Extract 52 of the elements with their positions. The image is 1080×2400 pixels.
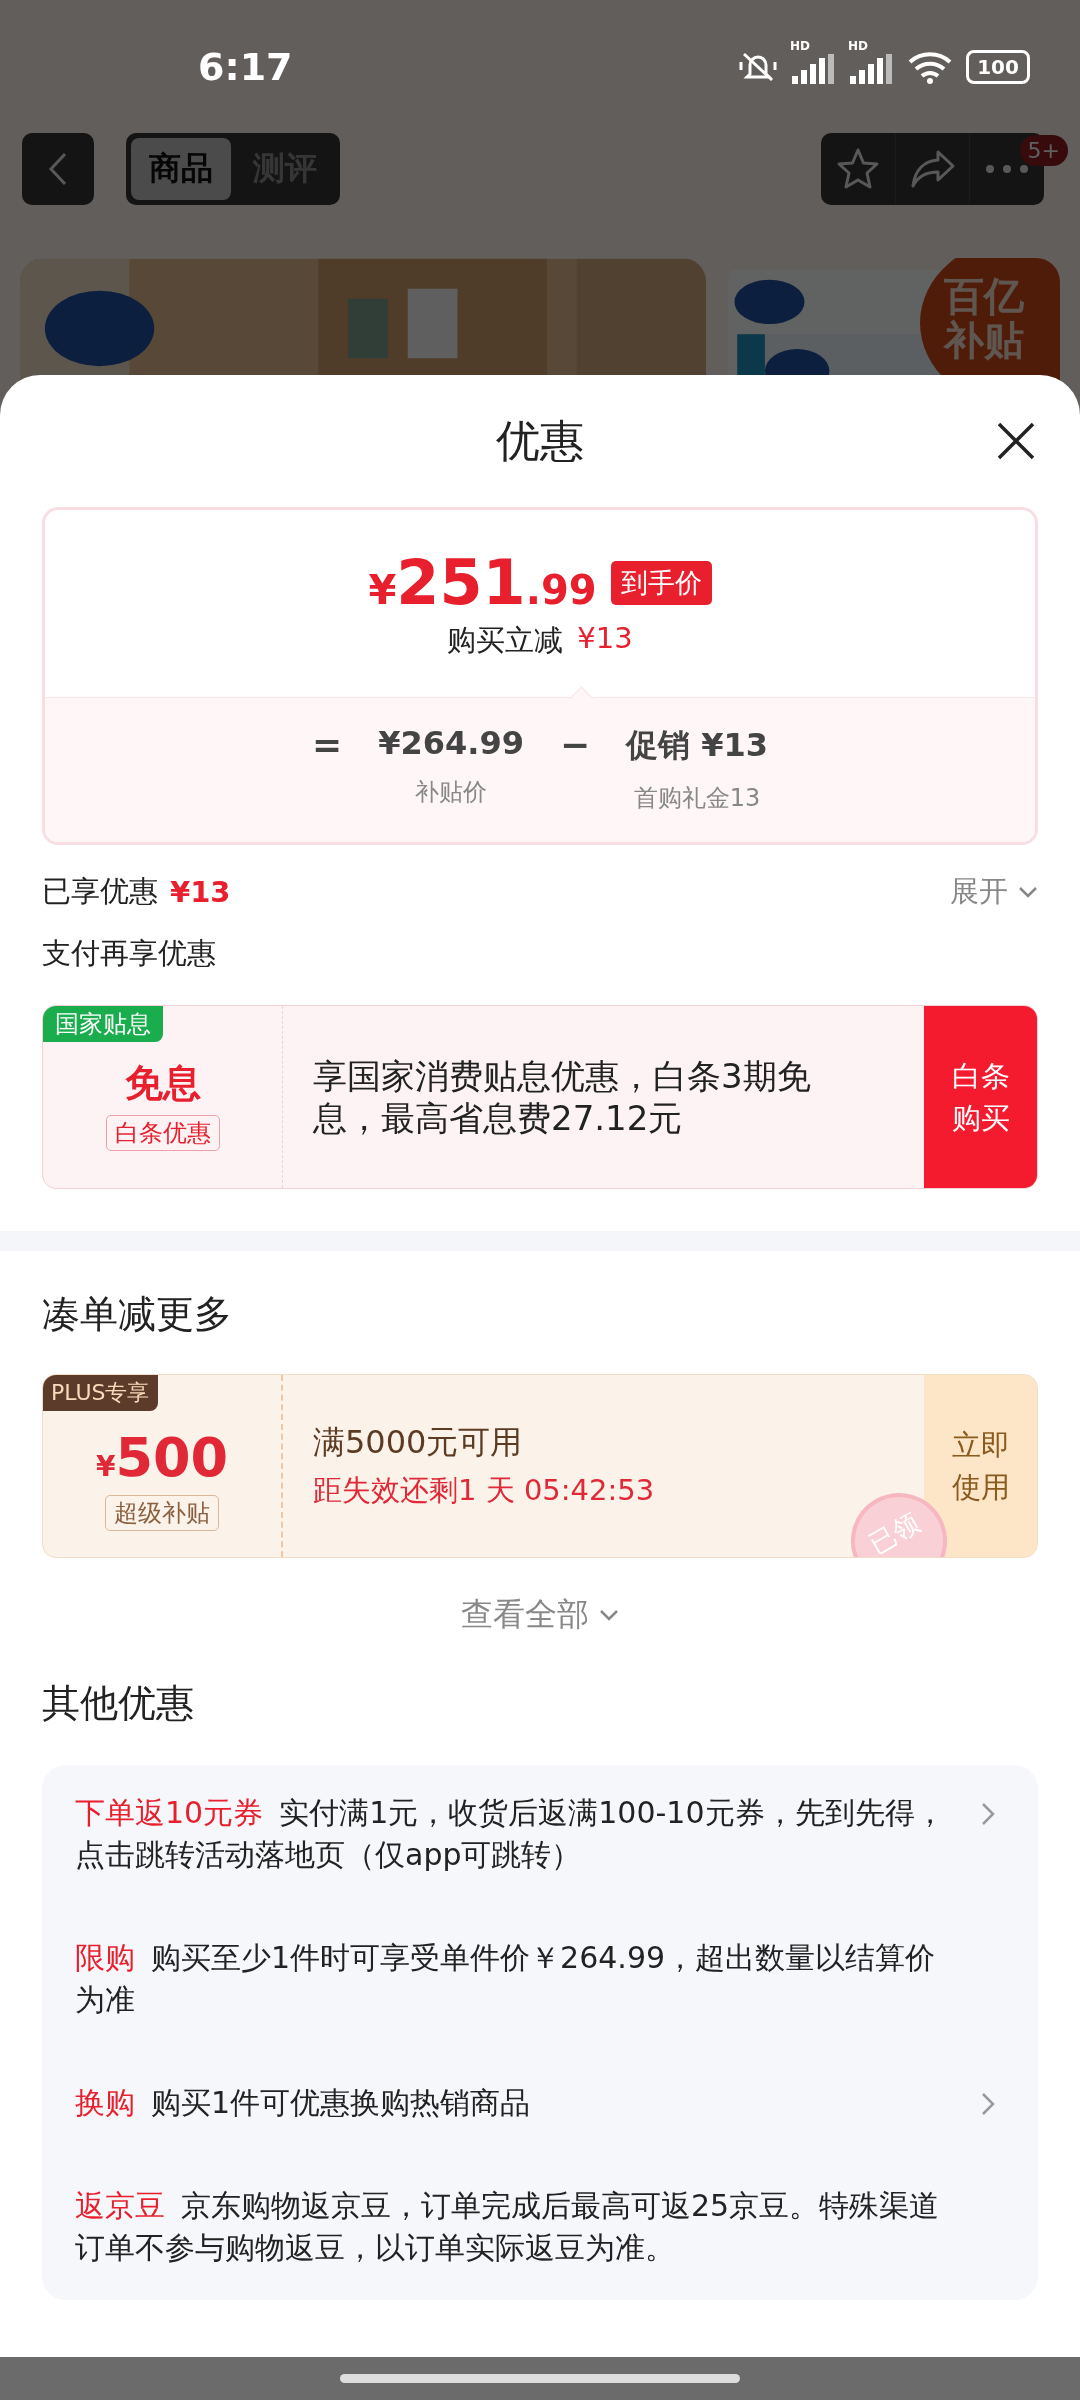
section-heading: 凑单减更多	[42, 1290, 233, 1338]
coupon-condition: 满5000元可用	[313, 1422, 524, 1463]
section-heading: 其他优惠	[42, 1679, 195, 1727]
chevron-right-icon[interactable]	[981, 2092, 995, 2116]
expand-link[interactable]: 展开	[950, 872, 1038, 912]
savings-label: 已享优惠	[42, 873, 158, 910]
final-price: ¥251.99	[368, 546, 597, 619]
countdown-text: 距失效还剩1 天 05:42:53	[313, 1472, 656, 1509]
savings-amount: ¥13	[170, 875, 231, 909]
price-value: 促销 ¥13	[626, 725, 768, 766]
chevron-down-icon	[1018, 886, 1038, 898]
offer-title: 免息	[124, 1059, 201, 1107]
battery-level: 100	[977, 56, 1019, 77]
coupon-tag: 超级补贴	[105, 1494, 219, 1531]
operator-sign: −	[559, 724, 591, 765]
chevron-down-icon	[599, 1609, 619, 1621]
offer-description: 享国家消费贴息优惠，白条3期免息，最高省息费27.12元	[313, 1055, 812, 1139]
chevron-right-icon[interactable]	[981, 1802, 995, 1826]
tab[interactable]: 商品	[131, 138, 231, 200]
offer-ribbon: 国家贴息	[43, 1006, 163, 1042]
signal-icon	[850, 53, 894, 84]
coupon-ribbon: PLUS专享	[43, 1375, 158, 1411]
network-label: HD	[848, 39, 868, 52]
more-icon	[985, 164, 1030, 174]
sheet-title: 优惠	[496, 413, 584, 468]
offer-tag: 白条优惠	[105, 1114, 220, 1151]
notification-badge: 5+	[1019, 135, 1068, 166]
close-icon[interactable]	[996, 421, 1036, 461]
offer-item-text[interactable]: 下单返10元券 实付满1元，收货后返满100-10元券，先到先得，点击跳转活动落地页（仅app可跳转）	[75, 1792, 945, 1876]
offer-item-text: 返京豆 京东购物返京豆，订单完成后最高可返25京豆。特殊渠道订单不参与购物返豆，以订单实际返豆为准。	[75, 2187, 941, 2267]
price-caption: 首购礼金13	[633, 783, 761, 814]
signal-icon	[792, 53, 836, 84]
coupon-amount: ¥500	[95, 1425, 229, 1489]
price-value: ¥264.99	[378, 724, 524, 762]
share-icon	[909, 149, 956, 189]
back-icon	[48, 151, 68, 187]
buy-button[interactable]: 白条购买	[924, 1006, 1037, 1188]
wifi-icon	[908, 49, 952, 84]
status-time: 6:17	[198, 44, 293, 89]
price-caption: 补贴价	[415, 777, 488, 808]
discount-amount: ¥13	[577, 621, 633, 657]
operator-sign: =	[312, 724, 343, 765]
back-button[interactable]	[22, 133, 94, 205]
use-button[interactable]: 立即使用	[924, 1375, 1037, 1557]
discount-label: 购买立减	[447, 622, 564, 659]
offer-item-text[interactable]: 换购 购买1件可优惠换购热销商品	[75, 2082, 945, 2124]
section-label: 支付再享优惠	[42, 935, 217, 972]
network-label: HD	[790, 39, 810, 52]
star-icon	[835, 147, 880, 191]
view-all-link[interactable]: 查看全部	[461, 1590, 619, 1640]
offer-item-text: 限购 购买至少1件时可享受单件价￥264.99，超出数量以结算价为准	[75, 1939, 937, 2019]
price-tag: 到手价	[610, 560, 712, 605]
